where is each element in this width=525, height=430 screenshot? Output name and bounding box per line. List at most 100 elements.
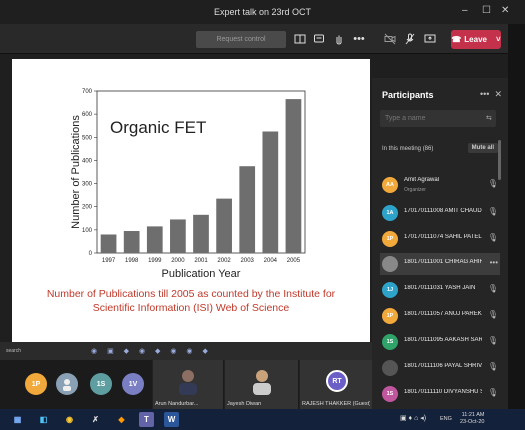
word-icon[interactable]: W [164, 412, 179, 427]
taskbar-apps-icon: ◉ ▣ ◆ ◉ ◆ ◉ ◉ ◆ [91, 348, 212, 355]
mute-all-button[interactable]: Mute all [467, 143, 498, 153]
mic-muted-icon[interactable]: 🎙 [488, 362, 498, 371]
mic-muted-icon[interactable]: 🎙 [488, 284, 498, 293]
mic-muted-icon[interactable]: 🎙 [488, 310, 498, 319]
minimize-button[interactable]: – [462, 5, 468, 16]
x-tick-label: 2002 [217, 258, 231, 264]
x-tick-label: 2005 [287, 258, 301, 264]
leave-button[interactable]: ☎ Leave ˅ [451, 30, 501, 49]
slide-caption: Number of Publications till 2005 as coun… [46, 288, 336, 314]
participant-row[interactable]: 1A 170170111008 AMIT CHAUD... 🎙 [380, 202, 500, 224]
participant-avatar [382, 256, 398, 272]
participants-icon[interactable] [292, 30, 308, 48]
maximize-button[interactable]: ☐ [482, 5, 491, 16]
x-tick-label: 1999 [148, 258, 162, 264]
close-button[interactable]: ✕ [501, 5, 509, 16]
in-meeting-header: In this meeting (86) Mute all [382, 143, 498, 153]
mic-muted-icon[interactable]: 🎙 [488, 207, 498, 216]
shared-taskbar: search ◉ ▣ ◆ ◉ ◆ ◉ ◉ ◆ [0, 342, 372, 360]
y-axis-label: Number of Publications [70, 115, 82, 229]
chrome-icon[interactable]: ◉ [62, 412, 77, 427]
windows-taskbar: ▦ ◧ ◉ ✗ ◆ T W ▣ ♦ ⌂ ◂) ENG 11:21 AM 23-O… [0, 409, 525, 430]
clock-time: 11:21 AM [461, 412, 485, 418]
participant-row[interactable]: 1S 180170111095 AAKASH SARCH 🎙 [380, 331, 500, 353]
participant-avatar: 1J [382, 282, 398, 298]
chart-bar [146, 226, 163, 253]
more-actions-icon[interactable]: ••• [350, 30, 368, 48]
person-icon [179, 370, 197, 395]
clock[interactable]: 11:21 AM 23-Oct-20 [460, 412, 484, 426]
panel-scrollbar[interactable] [498, 140, 501, 180]
participant-row[interactable]: 1J 180170111031 YASH JAIN 🎙 [380, 279, 500, 301]
participant-avatar: AA [382, 177, 398, 193]
request-control-button[interactable]: Request control [196, 31, 286, 48]
chat-icon[interactable] [311, 30, 327, 48]
participant-avatar: 1S [382, 386, 398, 402]
y-tick-label: 400 [82, 158, 93, 164]
avatar-1s[interactable]: 1S [90, 373, 112, 395]
tools-icon[interactable]: ✗ [88, 412, 103, 427]
chart-bar [239, 166, 256, 253]
teams-icon[interactable]: T [139, 412, 154, 427]
chart-bar [193, 214, 209, 253]
store-icon[interactable]: ◧ [36, 412, 51, 427]
mic-muted-icon[interactable]: 🎙 [488, 336, 498, 345]
mic-muted-icon[interactable]: 🎙 [488, 388, 498, 397]
search-label[interactable]: search [6, 348, 21, 354]
y-tick-label: 200 [82, 205, 93, 211]
adjacent-window-edge [508, 24, 525, 409]
participant-avatar: 1S [382, 334, 398, 350]
add-people-icon[interactable]: ⇆ [486, 114, 492, 122]
avatar-1p[interactable]: 1P [25, 373, 47, 395]
y-tick-label: 0 [89, 251, 93, 257]
video-tile-jayesh[interactable]: Jayesh Diwan [224, 360, 298, 409]
x-tick-label: 2000 [171, 258, 185, 264]
y-tick-label: 300 [82, 182, 93, 188]
participant-avatar: 1A [382, 205, 398, 221]
more-options-icon[interactable]: ••• [490, 258, 498, 267]
title-bar: Expert talk on 23rd OCT – ☐ ✕ [0, 0, 525, 24]
mic-muted-icon[interactable]: 🎙 [488, 233, 498, 242]
window-title: Expert talk on 23rd OCT [213, 7, 312, 17]
chart-bar [123, 231, 140, 253]
chart-bar [262, 131, 279, 253]
paint-icon[interactable]: ◆ [114, 412, 129, 427]
participant-avatar [382, 360, 398, 376]
x-tick-label: 1997 [102, 258, 116, 264]
participant-role: Organizer [404, 187, 426, 193]
avatar-photo[interactable] [56, 373, 78, 395]
panel-title: Participants [382, 90, 434, 100]
participant-row[interactable]: 1P 180170111057 ANUJ PAREKH 🎙 [380, 305, 500, 327]
panel-actions[interactable]: ••• ✕ [480, 89, 502, 100]
y-tick-label: 600 [82, 112, 93, 118]
video-strip: 1P 1S 1V Arun Nandurbar... Jayesh Diwan … [0, 360, 372, 409]
tray-icons[interactable]: ▣ ♦ ⌂ ◂) [400, 414, 426, 422]
video-tile-rajesh[interactable]: RT RAJESH THAKKER (Guest) [299, 360, 372, 409]
camera-off-icon[interactable] [382, 30, 398, 48]
participant-row[interactable]: AA Amit Agrawal Organizer 🎙 [380, 174, 500, 196]
participant-row[interactable]: 1P 170170111074 SAHIL PATEL 🎙 [380, 228, 500, 250]
language-indicator[interactable]: ENG [440, 416, 452, 422]
avatar-1v[interactable]: 1V [122, 373, 144, 395]
chart-title: Organic FET [110, 118, 206, 137]
participant-row[interactable]: 180170111106 PAYAL SHRIVAS 🎙 [380, 357, 500, 379]
x-tick-label: 2001 [194, 258, 208, 264]
video-tile-arun[interactable]: Arun Nandurbar... [152, 360, 223, 409]
leave-label: Leave [464, 35, 487, 44]
share-screen-icon[interactable] [422, 30, 438, 48]
person-icon [253, 370, 271, 395]
participant-row[interactable]: 1S 180170111110 DIVYANSHU S... 🎙 [380, 383, 500, 405]
participant-name: 170170111074 SAHIL PATEL [404, 234, 482, 240]
x-tick-label: 1998 [125, 258, 139, 264]
task-view-icon[interactable]: ▦ [10, 412, 25, 427]
mic-muted-icon[interactable]: 🎙 [488, 179, 498, 188]
y-tick-label: 500 [82, 135, 93, 141]
participant-row[interactable]: 180170111001 CHIRAG AHIR ••• [380, 253, 500, 275]
mic-off-icon[interactable] [402, 30, 418, 48]
participant-avatar: 1P [382, 231, 398, 247]
publications-chart: Organic FET Number of Publications Publi… [70, 89, 306, 279]
participant-search-input[interactable] [380, 110, 496, 127]
raise-hand-icon[interactable] [331, 30, 347, 48]
x-tick-label: 2004 [264, 258, 278, 264]
y-tick-label: 700 [82, 89, 93, 95]
